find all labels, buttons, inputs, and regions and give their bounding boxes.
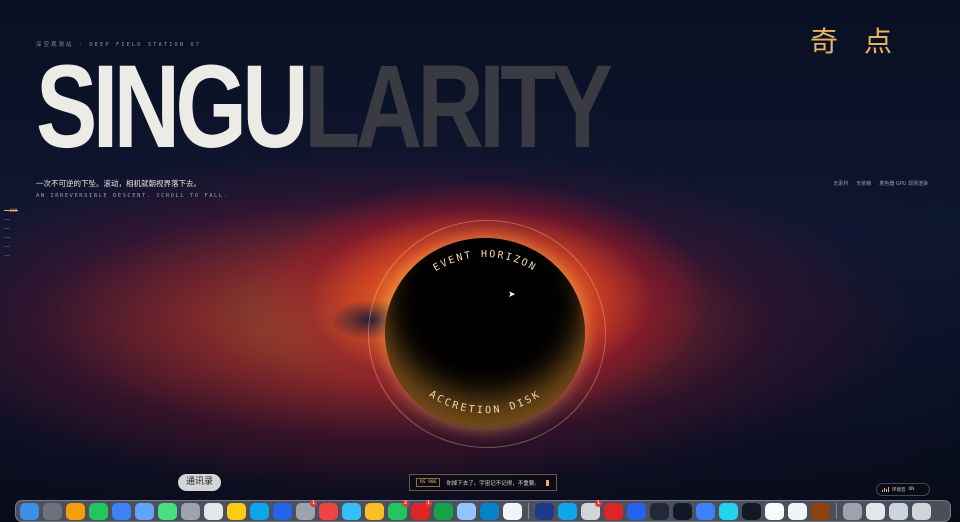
event-horizon-label: EVENT HORIZON — [431, 249, 538, 274]
feature-item: 着色器 GPU 现场渲染 — [879, 181, 928, 187]
notification-badge: 1 — [595, 499, 602, 507]
sound-toggle-label: 环境音 — [892, 487, 906, 493]
notification-badge: 1 — [310, 499, 317, 507]
sound-toggle-state: ON — [908, 487, 914, 492]
accretion-disk-label: ACCRETION DISK — [427, 389, 543, 416]
dock-tooltip: 通讯录 — [178, 474, 222, 491]
scroll-tick — [4, 246, 10, 247]
scroll-indicator[interactable] — [4, 210, 24, 264]
tagline-zh: 一次不可逆的下坠。滚动，相机就朝视界落下去。 — [36, 179, 201, 188]
notification-badge: 2 — [402, 499, 409, 507]
notification-badge: 1 — [425, 499, 432, 507]
caret-icon — [545, 479, 549, 486]
status-text: 你掉下去了。宇宙记不记得，不重要。 — [446, 480, 540, 487]
feature-item: 无素材 — [833, 181, 849, 187]
hero-title: SINGULARITY — [36, 48, 613, 166]
scroll-tick — [4, 255, 10, 256]
hero-title-part1: SINGU — [36, 41, 309, 173]
scroll-tick — [4, 228, 10, 229]
status-bar: RS 906 你掉下去了。宇宙记不记得，不重要。 — [409, 474, 557, 491]
mouse-cursor-icon: ➤ — [508, 290, 516, 300]
tagline-en: AN IRREVERSIBLE DESCENT. SCROLL TO FALL. — [36, 193, 229, 199]
ambient-sound-toggle[interactable]: 环境音 ON — [876, 483, 930, 496]
status-code: RS 906 — [416, 478, 441, 487]
feature-list: 无素材 无依赖 着色器 GPU 现场渲染 — [833, 180, 928, 187]
cjk-title: 奇点 — [810, 25, 919, 58]
black-hole-labels: EVENT HORIZON ACCRETION DISK — [427, 249, 543, 416]
sound-wave-icon — [882, 487, 889, 492]
scroll-tick — [4, 219, 10, 220]
feature-item: 无依赖 — [856, 181, 872, 187]
hero-title-part2: LARITY — [304, 41, 613, 173]
scroll-tick — [4, 237, 10, 238]
scroll-indicator-label: 000 — [10, 208, 18, 213]
dock: 1 2 1 1 — [15, 499, 951, 522]
